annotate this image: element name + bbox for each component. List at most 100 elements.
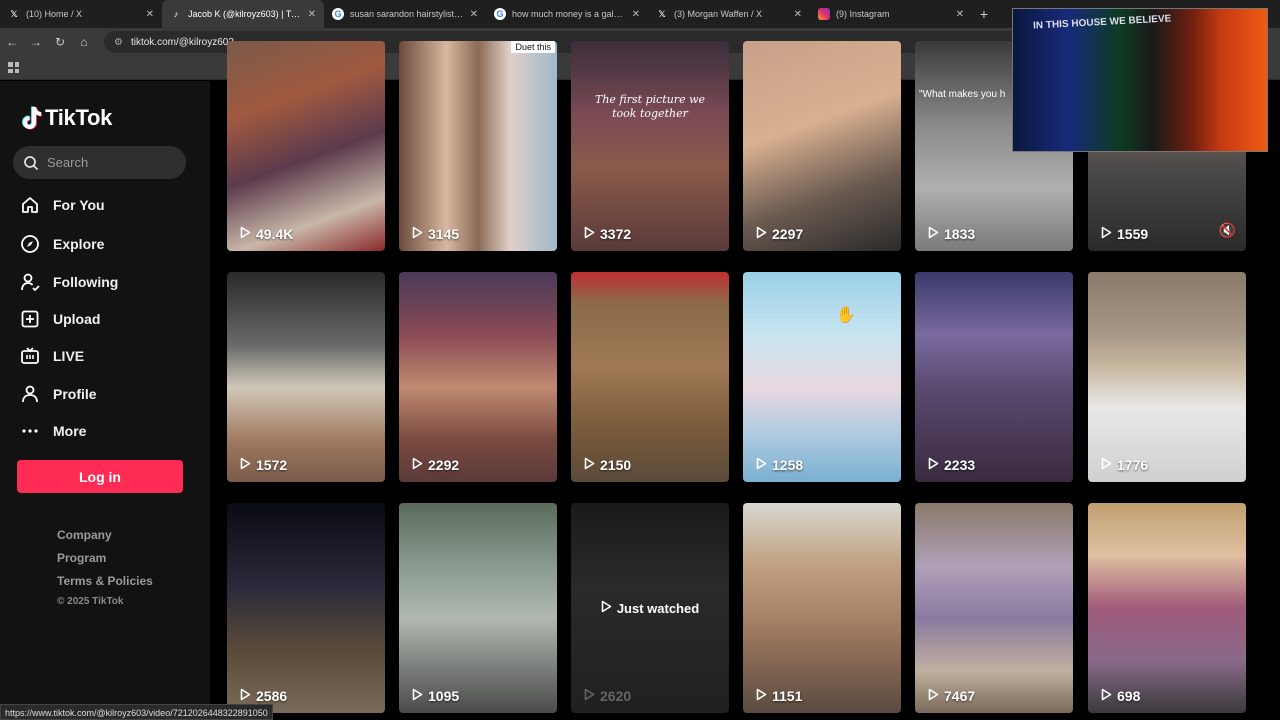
google-logo-icon: G xyxy=(494,8,506,20)
view-count: 1559 xyxy=(1101,226,1148,242)
video-thumbnail[interactable]: 698 xyxy=(1088,503,1246,713)
video-thumbnail[interactable]: 1151 xyxy=(743,503,901,713)
footer-link-terms[interactable]: Terms & Policies xyxy=(57,574,153,588)
x-logo-icon: 𝕏 xyxy=(10,8,18,19)
play-count-icon xyxy=(240,226,256,242)
video-thumbnail[interactable]: 7467 xyxy=(915,503,1073,713)
mouse-cursor-icon: ✋ xyxy=(836,307,856,324)
view-count-text: 1095 xyxy=(428,688,460,704)
search-input[interactable]: Search xyxy=(13,146,186,179)
apps-grid-icon[interactable] xyxy=(8,62,19,73)
home-browser-icon[interactable]: ⌂ xyxy=(72,35,96,49)
video-thumbnail[interactable]: 2150 xyxy=(571,272,729,482)
sidebar-item-more[interactable]: More xyxy=(20,421,86,441)
video-thumbnail[interactable]: 1258 xyxy=(743,272,901,482)
sidebar-item-label: Upload xyxy=(53,311,101,327)
video-thumbnail[interactable]: The first picture we took together 3372 xyxy=(571,41,729,251)
tiktok-note-icon xyxy=(22,106,42,130)
view-count: 1095 xyxy=(412,688,459,704)
url-text: tiktok.com/@kilroyz603 xyxy=(130,36,234,48)
footer-link-program[interactable]: Program xyxy=(57,551,106,565)
play-count-icon xyxy=(584,688,600,704)
tab-title: (9) Instagram xyxy=(836,9,890,19)
play-count-icon xyxy=(584,457,600,473)
view-count: 2233 xyxy=(928,457,975,473)
view-count: 2620 xyxy=(584,688,631,704)
browser-tab[interactable]: Gsusan sarandon hairstylist - Go ✕ xyxy=(324,0,486,28)
tiktok-favicon-icon: ♪ xyxy=(173,9,179,19)
play-count-icon xyxy=(928,688,944,704)
view-count: 7467 xyxy=(928,688,975,704)
play-count-icon xyxy=(928,457,944,473)
close-tab-icon[interactable]: ✕ xyxy=(470,9,478,20)
play-count-icon xyxy=(1101,457,1117,473)
view-count-text: 2620 xyxy=(600,688,632,704)
view-count: 3145 xyxy=(412,226,459,242)
sidebar-item-label: For You xyxy=(53,197,105,213)
copyright-text: © 2025 TikTok xyxy=(57,596,124,607)
browser-tab[interactable]: 𝕏 (10) Home / X ✕ xyxy=(0,0,162,28)
browser-tab[interactable]: Ghow much money is a galaxy o ✕ xyxy=(486,0,648,28)
view-count-text: 2233 xyxy=(944,457,976,473)
sidebar-item-following[interactable]: Following xyxy=(20,272,118,292)
view-count-text: 1151 xyxy=(772,688,803,704)
video-thumbnail[interactable]: Duet this 3145 xyxy=(399,41,557,251)
video-thumbnail[interactable]: 1776 xyxy=(1088,272,1246,482)
view-count: 1572 xyxy=(240,457,287,473)
video-thumbnail[interactable]: Just watched 2620 xyxy=(571,503,729,713)
view-count: 1258 xyxy=(756,457,803,473)
browser-tab[interactable]: 𝕏 (3) Morgan Waffen / X ✕ xyxy=(648,0,810,28)
close-tab-icon[interactable]: ✕ xyxy=(794,9,802,20)
tab-title: how much money is a galaxy o xyxy=(512,9,626,19)
sidebar-item-profile[interactable]: Profile xyxy=(20,384,97,404)
sidebar-item-live[interactable]: LIVE xyxy=(20,346,84,366)
view-count: 1833 xyxy=(928,226,975,242)
footer-link-company[interactable]: Company xyxy=(57,528,112,542)
view-count-text: 1776 xyxy=(1117,457,1149,473)
play-count-icon xyxy=(240,457,256,473)
video-thumbnail[interactable]: 2233 xyxy=(915,272,1073,482)
video-thumbnail[interactable]: 2292 xyxy=(399,272,557,482)
mute-icon[interactable]: 🔇 xyxy=(1219,222,1236,239)
video-thumbnail[interactable]: 2586 xyxy=(227,503,385,713)
video-thumbnail[interactable]: 2297 xyxy=(743,41,901,251)
browser-tab[interactable]: (9) Instagram ✕ xyxy=(810,0,972,28)
video-thumbnail[interactable]: 49.4K xyxy=(227,41,385,251)
forward-icon[interactable]: → xyxy=(24,35,48,49)
play-count-icon xyxy=(584,226,600,242)
new-tab-icon[interactable]: + xyxy=(972,6,996,22)
live-icon xyxy=(20,346,40,366)
play-count-icon xyxy=(1101,226,1117,242)
close-tab-icon[interactable]: ✕ xyxy=(632,9,640,20)
view-count: 2586 xyxy=(240,688,287,704)
close-tab-icon[interactable]: ✕ xyxy=(146,9,154,20)
tiktok-logo[interactable]: TikTok xyxy=(20,105,112,131)
sidebar-item-label: Explore xyxy=(53,236,105,252)
play-count-icon xyxy=(412,226,428,242)
compass-icon xyxy=(20,234,40,254)
video-thumbnail[interactable]: 1095 xyxy=(399,503,557,713)
view-count-text: 2150 xyxy=(600,457,632,473)
back-icon[interactable]: ← xyxy=(0,35,24,49)
login-button[interactable]: Log in xyxy=(17,460,183,493)
just-watched-text: Just watched xyxy=(616,600,700,616)
video-thumbnail[interactable]: 1572 xyxy=(227,272,385,482)
play-count-icon xyxy=(240,688,256,704)
view-count-text: 1833 xyxy=(944,226,976,242)
site-info-icon[interactable]: ⚙ xyxy=(114,37,123,48)
sidebar-item-explore[interactable]: Explore xyxy=(20,234,104,254)
view-count-text: 698 xyxy=(1117,688,1141,704)
reload-icon[interactable]: ↻ xyxy=(48,35,72,49)
close-tab-icon[interactable]: ✕ xyxy=(308,9,316,20)
webcam-overlay: IN THIS HOUSE WE BELIEVE xyxy=(1012,8,1268,152)
close-tab-icon[interactable]: ✕ xyxy=(956,9,964,20)
search-icon xyxy=(24,155,39,170)
browser-tab[interactable]: ♪ Jacob K (@kilroyz603) | TikTok ✕ xyxy=(162,0,324,28)
view-count-text: 3372 xyxy=(600,226,632,242)
sidebar-item-for-you[interactable]: For You xyxy=(20,195,105,215)
more-icon xyxy=(20,421,40,441)
duet-badge: Duet this xyxy=(511,41,555,53)
tab-title: (3) Morgan Waffen / X xyxy=(674,9,763,19)
sidebar-item-label: More xyxy=(53,423,87,439)
sidebar-item-upload[interactable]: Upload xyxy=(20,309,100,329)
